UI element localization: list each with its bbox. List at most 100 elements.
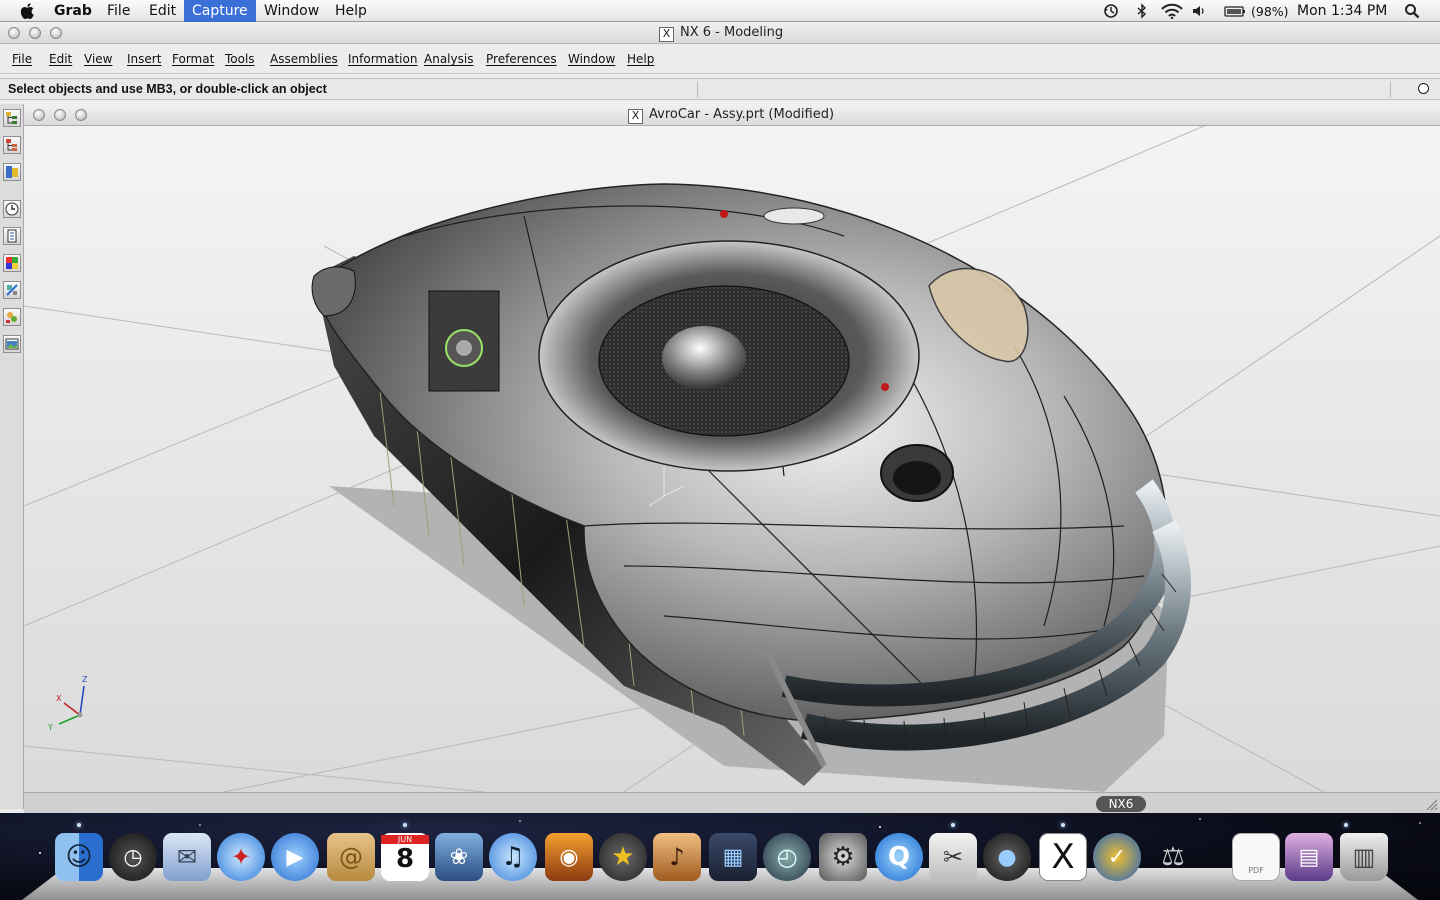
ical-day: 8 [395, 844, 415, 874]
running-indicator [1344, 823, 1348, 827]
imovie-icon[interactable]: ★ [599, 833, 647, 881]
view-triad: Z X Y [47, 675, 88, 732]
zoom-button[interactable] [50, 27, 62, 39]
engine-turbine-hub [456, 340, 472, 356]
part-title-bar[interactable]: X AvroCar - Assy.prt (Modified) [24, 104, 1440, 126]
history-icon[interactable] [3, 200, 21, 218]
wifi-icon[interactable] [1160, 3, 1184, 19]
ical-icon[interactable]: JUN 8 [381, 833, 429, 881]
part-close-button[interactable] [33, 109, 45, 121]
roles-icon[interactable] [3, 281, 21, 299]
rear-hatch [763, 207, 825, 225]
menu-window[interactable]: Window [264, 2, 319, 20]
battery-icon[interactable] [1224, 3, 1246, 19]
nx-main-window: X NX 6 - Modeling File Edit View Insert F… [0, 22, 1440, 813]
nx-title-bar[interactable]: X NX 6 - Modeling [0, 22, 1440, 44]
cue-divider [1390, 81, 1391, 98]
image-stack-icon[interactable]: ▤ [1285, 833, 1333, 881]
menu-edit[interactable]: Edit [149, 2, 176, 20]
cue-text: Select objects and use MB3, or double-cl… [8, 82, 327, 96]
graphics-viewport[interactable]: Z X Y [24, 126, 1440, 792]
x11-window-icon: X [628, 109, 643, 124]
bluetooth-icon[interactable] [1134, 3, 1150, 19]
cue-line: Select objects and use MB3, or double-cl… [0, 78, 1440, 100]
part-zoom-button[interactable] [75, 109, 87, 121]
spaces-icon[interactable]: ▦ [709, 833, 757, 881]
nx-icon[interactable]: ✓ [1093, 833, 1141, 881]
battery-percentage: (98%) [1251, 4, 1289, 19]
menu-bar: Grab File Edit Capture Window Help (98%)… [0, 0, 1440, 22]
iphoto-icon[interactable]: ❀ [435, 833, 483, 881]
nx-menu-preferences[interactable]: Preferences [486, 52, 557, 66]
menu-file[interactable]: File [107, 2, 130, 20]
quicktime-icon[interactable]: Q [875, 833, 923, 881]
time-machine-icon[interactable]: ◴ [763, 833, 811, 881]
running-indicator [1061, 823, 1065, 827]
side-intake-inner [893, 461, 941, 495]
part-minimize-button[interactable] [54, 109, 66, 121]
nx-menu-insert[interactable]: Insert [127, 52, 161, 66]
nx-menu-view[interactable]: View [84, 52, 112, 66]
time-machine-icon[interactable] [1103, 3, 1119, 19]
spotlight-icon[interactable] [1404, 3, 1420, 19]
reuse-library-icon[interactable] [3, 163, 21, 181]
beacon-light [881, 383, 889, 391]
part-window-title: X AvroCar - Assy.prt (Modified) [628, 107, 834, 124]
apple-menu-icon[interactable] [18, 1, 38, 21]
menu-help[interactable]: Help [335, 2, 367, 20]
dashboard-icon[interactable]: ◷ [109, 833, 157, 881]
status-circle-icon[interactable] [1418, 83, 1429, 94]
garageband-icon[interactable]: ♪ [653, 833, 701, 881]
nx-menu-window[interactable]: Window [568, 52, 615, 66]
close-button[interactable] [8, 27, 20, 39]
model-canvas[interactable]: Z X Y [24, 126, 1440, 792]
nx-menu-analysis[interactable]: Analysis [424, 52, 473, 66]
photo-booth-icon[interactable]: ◉ [545, 833, 593, 881]
nx-menu-tools[interactable]: Tools [225, 52, 255, 66]
instruments-icon[interactable]: ⚖ [1149, 833, 1197, 881]
nx-menu-format[interactable]: Format [172, 52, 214, 66]
trash-icon[interactable]: ▥ [1340, 833, 1388, 881]
system-materials-icon[interactable] [3, 227, 21, 245]
assembly-navigator-icon[interactable] [3, 109, 21, 127]
safari-icon[interactable]: ✦ [217, 833, 265, 881]
3dconnexion-icon[interactable]: ● [983, 833, 1031, 881]
itunes-icon[interactable]: ♫ [489, 833, 537, 881]
resize-grip-icon[interactable] [1426, 799, 1438, 811]
volume-icon[interactable] [1191, 3, 1207, 19]
nx-menu-file[interactable]: File [12, 52, 32, 66]
grab-icon[interactable]: ✂ [929, 833, 977, 881]
ichat-icon[interactable]: ▶ [271, 833, 319, 881]
address-book-icon[interactable]: @ [327, 833, 375, 881]
process-studio-icon[interactable] [3, 308, 21, 326]
pdf-label: PDF [1248, 865, 1264, 875]
finder-icon[interactable]: ☺ [55, 833, 103, 881]
minimize-button[interactable] [29, 27, 41, 39]
palette-icon[interactable] [3, 254, 21, 272]
beacon-light [720, 210, 728, 218]
x11-window-icon: X [659, 27, 674, 42]
nx-menu-edit[interactable]: Edit [49, 52, 72, 66]
nx-menu-assemblies[interactable]: Assemblies [270, 52, 338, 66]
nx-version-badge: NX6 [1096, 796, 1146, 812]
part-status-strip: NX6 [24, 792, 1440, 813]
fan-hub [662, 326, 746, 390]
resource-bar [0, 104, 24, 809]
menu-clock[interactable]: Mon 1:34 PM [1297, 2, 1387, 20]
nx-menu-information[interactable]: Information [348, 52, 417, 66]
running-indicator [951, 823, 955, 827]
x11-icon[interactable]: X [1039, 833, 1087, 881]
pdf-document-icon[interactable]: PDF [1232, 833, 1280, 881]
mail-icon[interactable]: ✉ [163, 833, 211, 881]
part-navigator-icon[interactable] [3, 136, 21, 154]
menu-capture[interactable]: Capture [184, 0, 256, 22]
dock: ☺ ◷ ✉ ✦ ▶ @ JUN 8 ❀ ♫ ◉ ★ ♪ ▦ ◴ ⚙ Q ✂ ● … [0, 813, 1440, 900]
web-browser-icon[interactable] [3, 335, 21, 353]
running-indicator [403, 823, 407, 827]
system-preferences-icon[interactable]: ⚙ [819, 833, 867, 881]
ical-month: JUN [381, 835, 429, 844]
menu-app-grab[interactable]: Grab [54, 2, 92, 20]
nx-menu-help[interactable]: Help [627, 52, 654, 66]
nx-menu-bar: File Edit View Insert Format Tools Assem… [0, 44, 1440, 74]
running-indicator [77, 823, 81, 827]
